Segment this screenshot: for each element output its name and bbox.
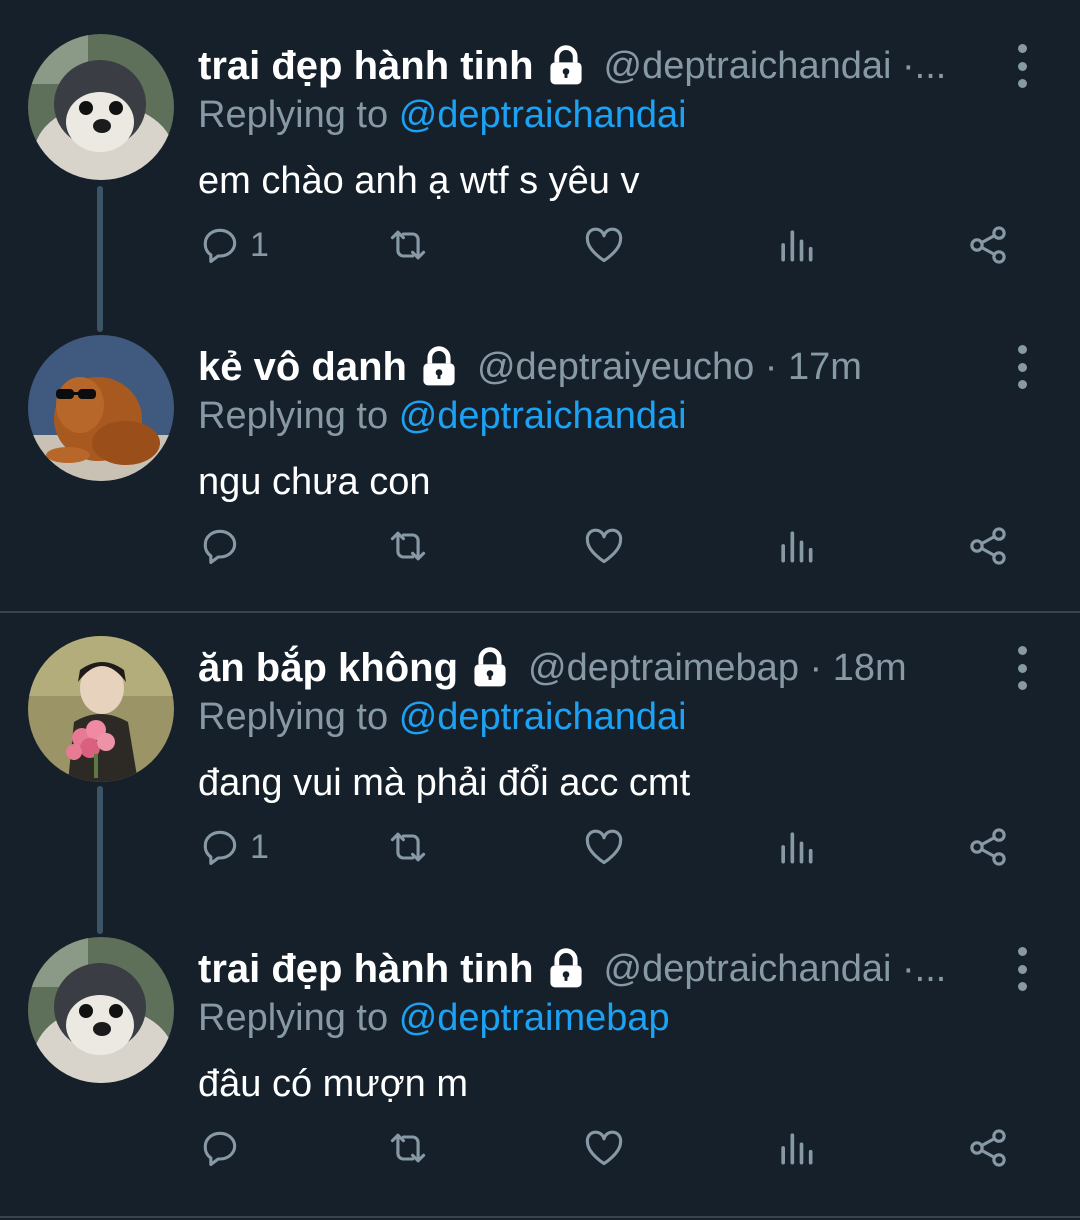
- tweet-actions: 1: [198, 824, 1018, 870]
- reply-icon: [203, 228, 237, 264]
- reply-button[interactable]: 1: [198, 824, 269, 870]
- reply-mention-link[interactable]: @deptraichandai: [399, 94, 687, 136]
- tweet-text: em chào anh ạ wtf s yêu v: [198, 160, 640, 202]
- heart-icon: [585, 528, 623, 564]
- more-options-icon[interactable]: [1010, 947, 1034, 991]
- share-icon: [970, 226, 1006, 264]
- reply-button[interactable]: [198, 523, 250, 569]
- lock-icon: [549, 45, 582, 85]
- reply-button[interactable]: 1: [198, 222, 269, 268]
- handle[interactable]: @deptraichandai ·...: [604, 45, 947, 88]
- analytics-button[interactable]: [774, 824, 818, 870]
- tweet-actions: [198, 1125, 1018, 1171]
- like-button[interactable]: [582, 222, 626, 268]
- anime-flowers-avatar-icon: [28, 636, 174, 782]
- share-button[interactable]: [966, 824, 1010, 870]
- analytics-button[interactable]: [774, 1125, 818, 1171]
- tweet[interactable]: kẻ vô danh @deptraiyeucho · 17m Replying…: [0, 301, 1080, 611]
- retweet-button[interactable]: [386, 523, 430, 569]
- reply-icon: [203, 830, 237, 866]
- more-options-icon[interactable]: [1010, 44, 1034, 88]
- analytics-icon: [781, 531, 813, 563]
- tweet[interactable]: ăn bắp không @deptraimebap · 18m Replyin…: [0, 602, 1080, 902]
- replying-to-label: Replying to: [198, 696, 389, 738]
- retweet-button[interactable]: [386, 222, 430, 268]
- analytics-icon: [781, 832, 813, 864]
- replying-to: Replying to @deptraichandai: [198, 395, 687, 438]
- lock-icon: [549, 948, 582, 988]
- share-icon: [970, 1129, 1006, 1167]
- heart-icon: [585, 829, 623, 865]
- retweet-button[interactable]: [386, 1125, 430, 1171]
- handle[interactable]: @deptraimebap · 18m: [528, 647, 907, 690]
- tweet-actions: 1: [198, 222, 1018, 268]
- display-name[interactable]: ăn bắp không: [198, 646, 458, 691]
- share-button[interactable]: [966, 523, 1010, 569]
- tweet[interactable]: trai đẹp hành tinh @deptraichandai ·... …: [0, 0, 1080, 300]
- replying-to-label: Replying to: [198, 94, 389, 136]
- heart-icon: [585, 227, 623, 263]
- retweet-icon: [390, 1133, 426, 1163]
- reply-count: 1: [250, 827, 269, 866]
- reply-icon: [203, 529, 237, 565]
- reply-count: 1: [250, 225, 269, 264]
- reply-button[interactable]: [198, 1125, 250, 1171]
- tweet[interactable]: trai đẹp hành tinh @deptraichandai ·... …: [0, 903, 1080, 1220]
- replying-to-label: Replying to: [198, 997, 389, 1039]
- share-icon: [970, 828, 1006, 866]
- more-options-icon[interactable]: [1010, 646, 1034, 690]
- retweet-button[interactable]: [386, 824, 430, 870]
- penguin-avatar-icon: [28, 34, 174, 180]
- tweet-text: đâu có mượn m: [198, 1063, 469, 1105]
- analytics-icon: [781, 230, 813, 262]
- handle[interactable]: @deptraiyeucho · 17m: [477, 346, 862, 389]
- avatar[interactable]: [28, 937, 174, 1083]
- reply-mention-link[interactable]: @deptraimebap: [399, 997, 670, 1039]
- like-button[interactable]: [582, 523, 626, 569]
- share-icon: [970, 527, 1006, 565]
- like-button[interactable]: [582, 824, 626, 870]
- display-name[interactable]: trai đẹp hành tinh: [198, 947, 534, 992]
- avatar[interactable]: [28, 34, 174, 180]
- like-button[interactable]: [582, 1125, 626, 1171]
- display-name[interactable]: kẻ vô danh: [198, 345, 407, 390]
- tweet-actions: [198, 523, 1018, 569]
- lock-icon: [474, 647, 506, 687]
- penguin-avatar-icon: [28, 937, 174, 1083]
- replying-to: Replying to @deptraichandai: [198, 696, 687, 739]
- replying-to: Replying to @deptraimebap: [198, 997, 670, 1040]
- analytics-icon: [781, 1133, 813, 1165]
- share-button[interactable]: [966, 1125, 1010, 1171]
- retweet-icon: [390, 832, 426, 862]
- heart-icon: [585, 1130, 623, 1166]
- tweet-text: ngu chưa con: [198, 461, 431, 503]
- replying-to: Replying to @deptraichandai: [198, 94, 687, 137]
- avatar[interactable]: [28, 335, 174, 481]
- dog-sunglasses-avatar-icon: [28, 335, 174, 481]
- tweet-text: đang vui mà phải đổi acc cmt: [198, 762, 691, 804]
- handle[interactable]: @deptraichandai ·...: [604, 948, 947, 991]
- analytics-button[interactable]: [774, 523, 818, 569]
- lock-icon: [423, 346, 455, 386]
- retweet-icon: [390, 230, 426, 260]
- bottom-divider: [0, 1216, 1080, 1218]
- replying-to-label: Replying to: [198, 395, 389, 437]
- reply-mention-link[interactable]: @deptraichandai: [399, 696, 687, 738]
- avatar[interactable]: [28, 636, 174, 782]
- reply-icon: [203, 1131, 237, 1167]
- display-name[interactable]: trai đẹp hành tinh: [198, 44, 534, 89]
- more-options-icon[interactable]: [1010, 345, 1034, 389]
- analytics-button[interactable]: [774, 222, 818, 268]
- share-button[interactable]: [966, 222, 1010, 268]
- reply-mention-link[interactable]: @deptraichandai: [399, 395, 687, 437]
- retweet-icon: [390, 531, 426, 561]
